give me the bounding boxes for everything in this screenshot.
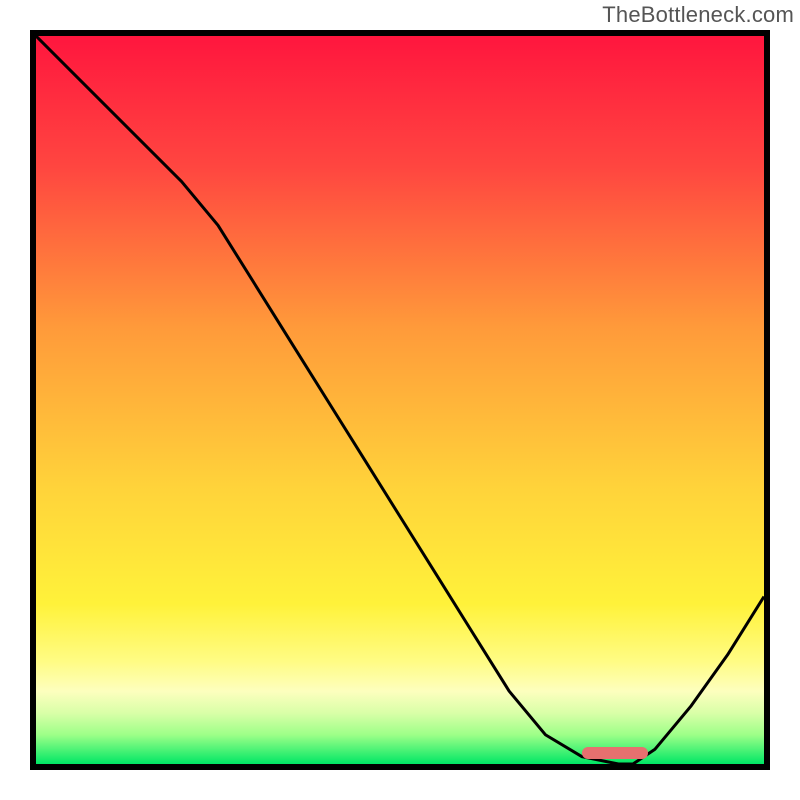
plot-area — [30, 30, 770, 770]
watermark-text: TheBottleneck.com — [602, 2, 794, 28]
bottleneck-curve — [36, 36, 764, 764]
optimal-marker — [582, 747, 648, 759]
chart-container: TheBottleneck.com — [0, 0, 800, 800]
